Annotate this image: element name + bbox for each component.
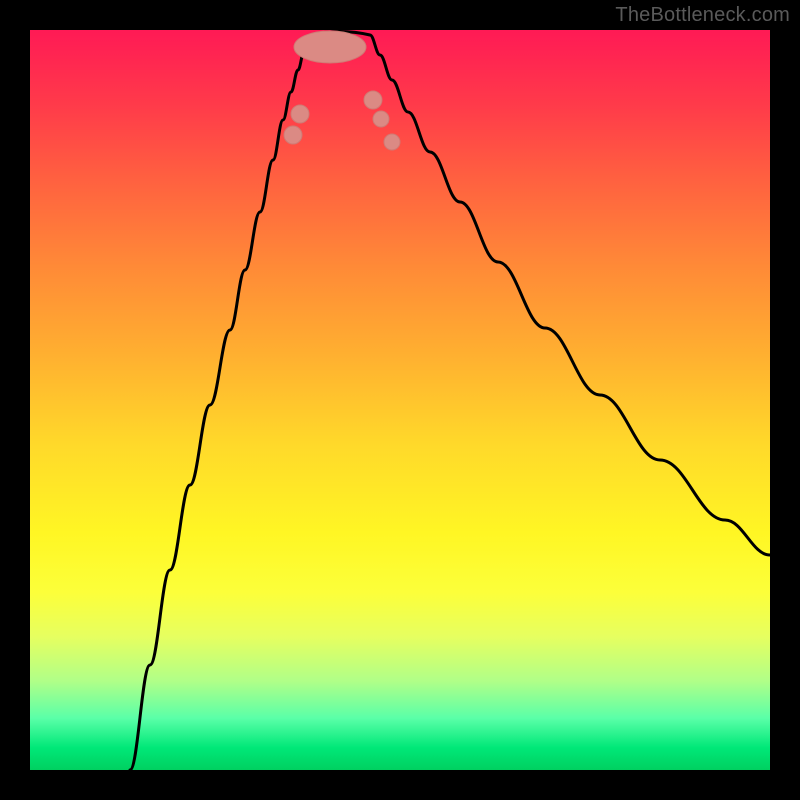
bottleneck-curves bbox=[130, 32, 770, 771]
watermark-text: TheBottleneck.com bbox=[615, 4, 790, 27]
notch-blob bbox=[294, 31, 366, 63]
left-upper-dot bbox=[284, 126, 302, 144]
curve-layer bbox=[30, 30, 770, 770]
chart-frame: TheBottleneck.com bbox=[0, 0, 800, 800]
right-mid-dot bbox=[373, 111, 389, 127]
left-mid-dot bbox=[291, 105, 309, 123]
right-lower-dot bbox=[364, 91, 382, 109]
plot-area bbox=[30, 30, 770, 770]
curve-left-branch bbox=[130, 35, 310, 770]
marker-dots bbox=[284, 31, 400, 150]
curve-right-branch bbox=[370, 35, 770, 555]
right-upper-dot bbox=[384, 134, 400, 150]
